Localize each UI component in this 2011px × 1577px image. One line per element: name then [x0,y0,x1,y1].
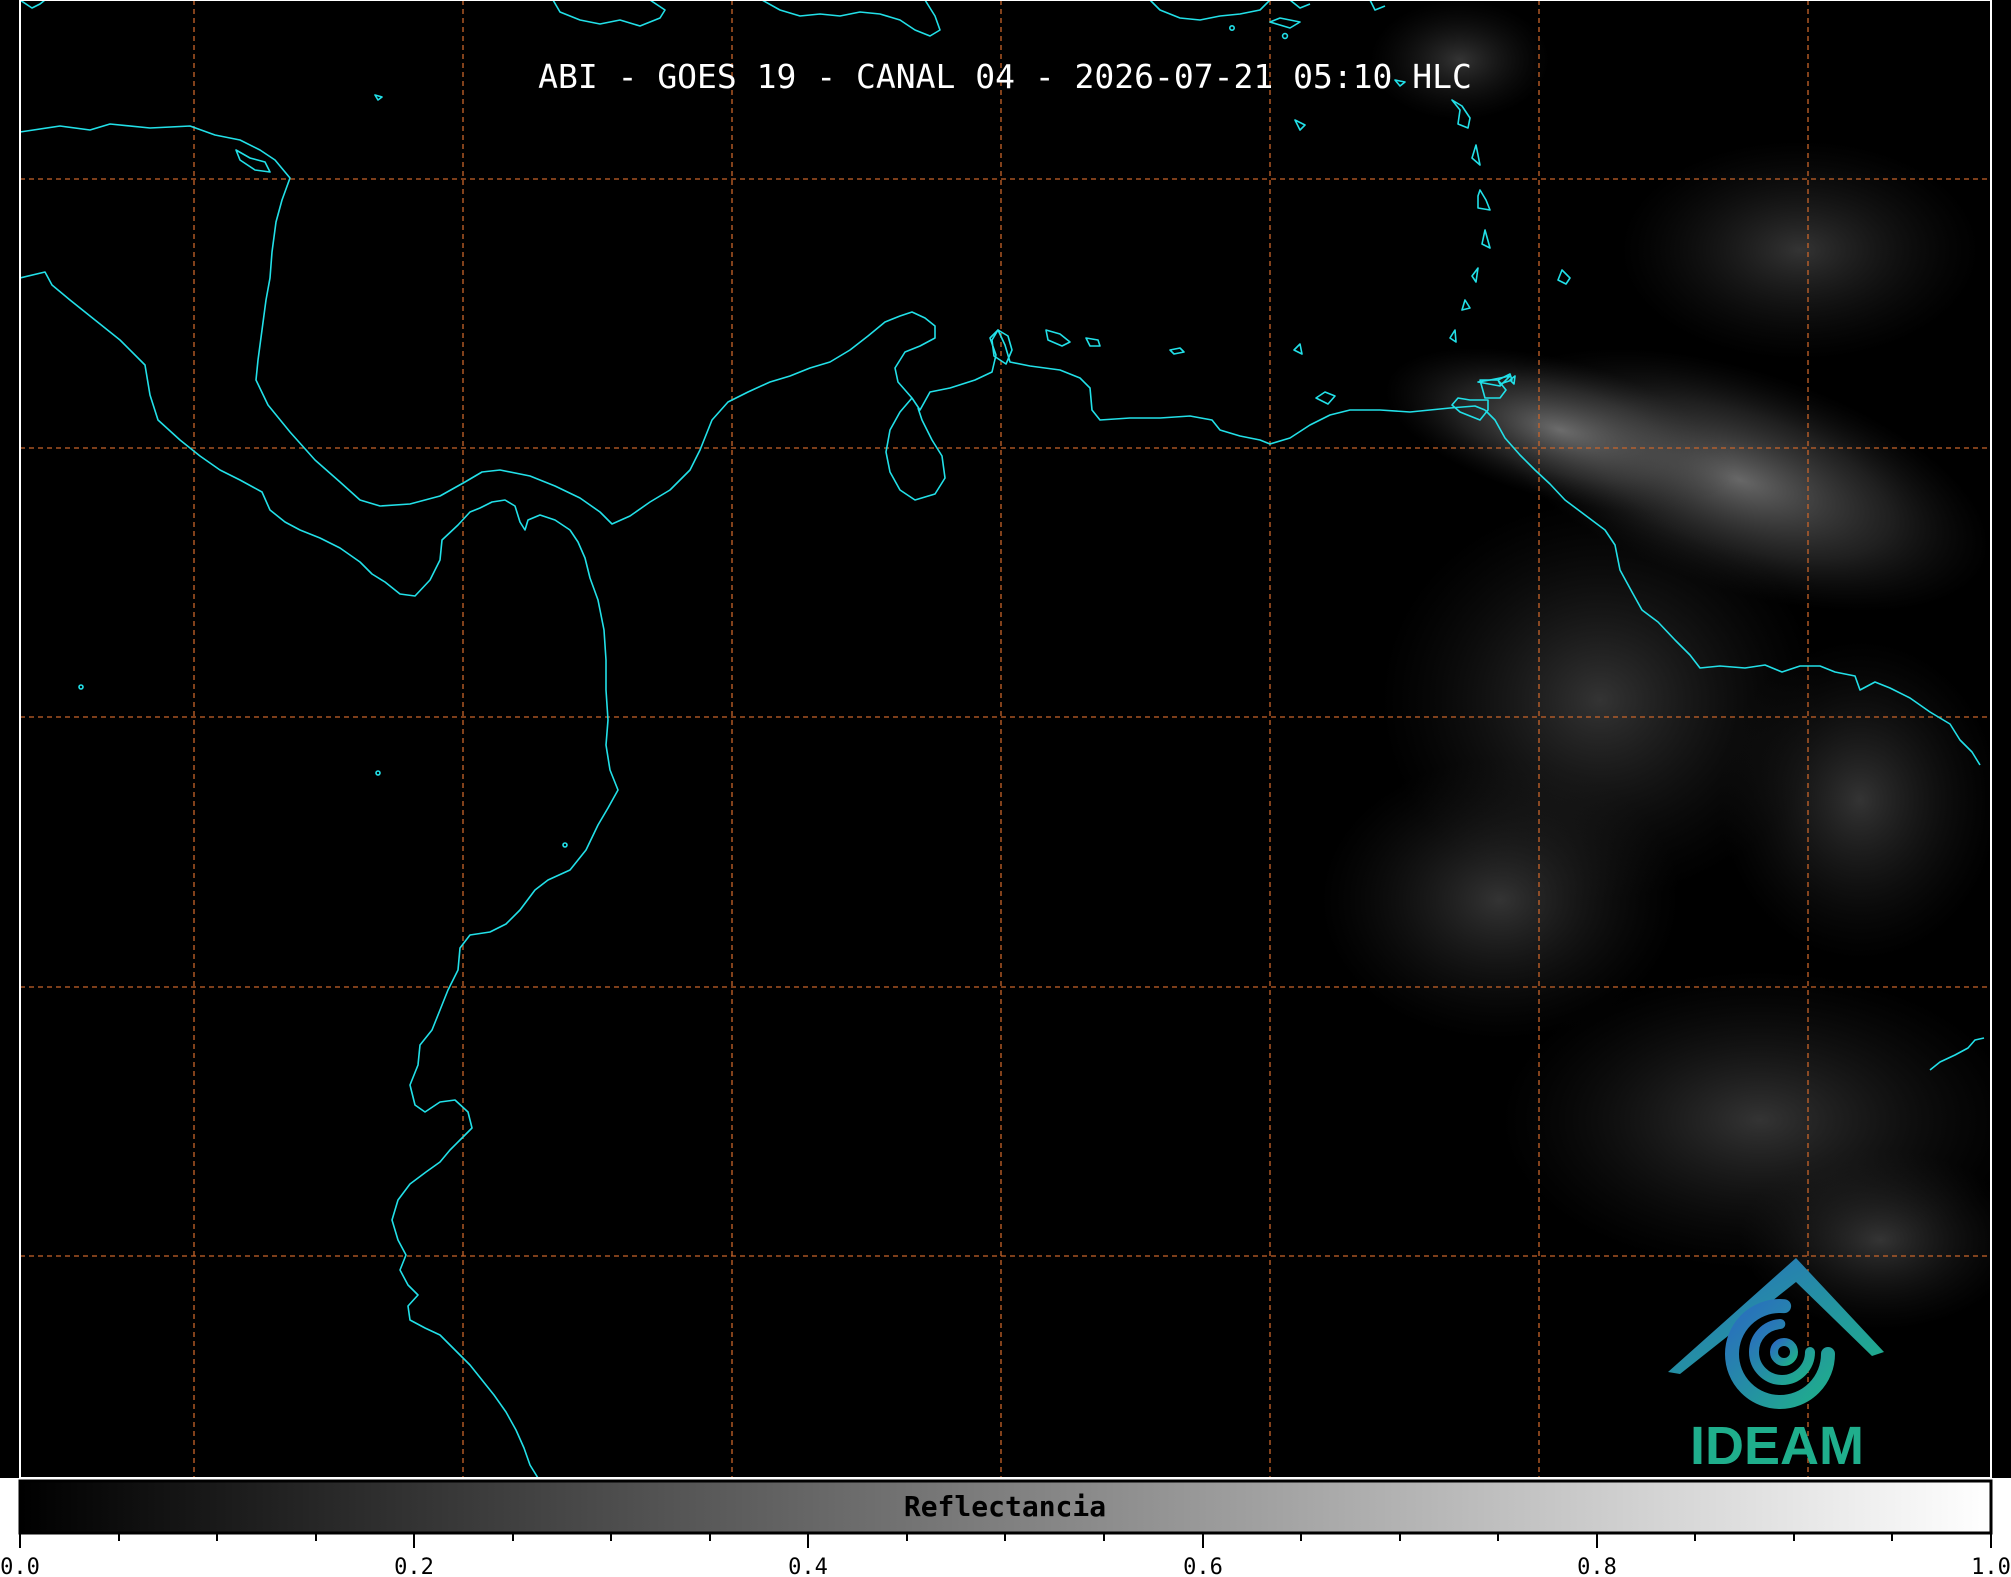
colorbar-label: Reflectancia [904,1490,1106,1523]
colorbar-tick-label: 0.6 [1183,1555,1223,1577]
logo-text: IDEAM [1690,1416,1864,1476]
colorbar-tick-label: 0.0 [0,1555,40,1577]
colorbar-tick-label: 0.8 [1577,1555,1617,1577]
colorbar-tick-label: 0.4 [788,1555,828,1577]
colorbar-tick-label: 1.0 [1971,1555,2011,1577]
map-title: ABI - GOES 19 - CANAL 04 - 2026-07-21 05… [538,57,1472,96]
colorbar-ticks [19,1533,1992,1548]
colorbar: Reflectancia 0.0 0.2 0.4 0.6 0.8 1.0 [0,1479,2011,1577]
colorbar-tick-label: 0.2 [394,1555,434,1577]
satellite-map: ABI - GOES 19 - CANAL 04 - 2026-07-21 05… [0,0,2011,1577]
